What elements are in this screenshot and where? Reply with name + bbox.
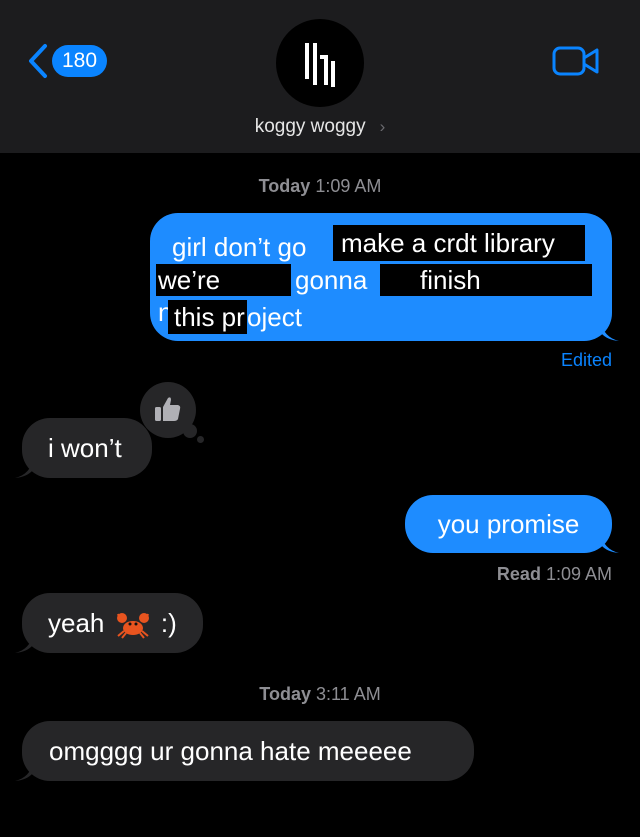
redacted-text: finish bbox=[380, 264, 592, 296]
message-text: i won’t bbox=[48, 433, 122, 463]
contact-avatar[interactable] bbox=[276, 19, 364, 107]
thumbs-up-icon bbox=[155, 397, 181, 421]
video-camera-icon bbox=[552, 46, 599, 76]
redacted-text: make a crdt library bbox=[333, 225, 585, 261]
read-receipt: Read 1:09 AM bbox=[496, 564, 612, 584]
contact-name: koggy woggy bbox=[254, 116, 366, 137]
avatar-logo bbox=[305, 43, 335, 87]
timestamp: Today 1:09 AM bbox=[258, 176, 382, 196]
timestamp: Today 3:11 AM bbox=[259, 684, 381, 704]
unread-count-badge: 180 bbox=[52, 45, 108, 77]
message-text: oject bbox=[247, 302, 302, 332]
contact-name-button[interactable]: koggy woggy › bbox=[0, 116, 640, 138]
message-text: :) bbox=[160, 608, 177, 638]
sent-message-bubble[interactable]: girl don’t go make a crdt library we’re … bbox=[150, 213, 619, 341]
message-text: omgggg ur gonna hate meeeee bbox=[49, 736, 412, 766]
tapback-reaction[interactable] bbox=[140, 382, 196, 438]
conversation-header: 180 koggy woggy › bbox=[0, 0, 640, 153]
message-text: yeah bbox=[48, 608, 105, 638]
redacted-text: we’re never bbox=[156, 264, 291, 327]
chevron-left-icon bbox=[29, 44, 47, 78]
message-text: girl don’t go bbox=[172, 232, 307, 262]
crab-emoji bbox=[116, 613, 149, 639]
tapback-tail bbox=[197, 436, 204, 443]
edited-label[interactable]: Edited bbox=[561, 350, 612, 371]
received-message-bubble[interactable]: yeah :) bbox=[15, 593, 203, 653]
back-button[interactable]: 180 bbox=[26, 43, 108, 79]
message-text: gonna bbox=[295, 265, 368, 295]
video-call-button[interactable] bbox=[552, 45, 600, 77]
sent-message-bubble[interactable]: you promise bbox=[405, 495, 619, 553]
received-message-bubble[interactable]: omgggg ur gonna hate meeeee bbox=[15, 721, 474, 781]
redacted-text: this pr bbox=[168, 300, 247, 334]
message-text: you promise bbox=[437, 509, 580, 539]
received-message-bubble[interactable]: i won’t bbox=[15, 418, 152, 478]
chevron-right-icon: › bbox=[379, 117, 386, 136]
